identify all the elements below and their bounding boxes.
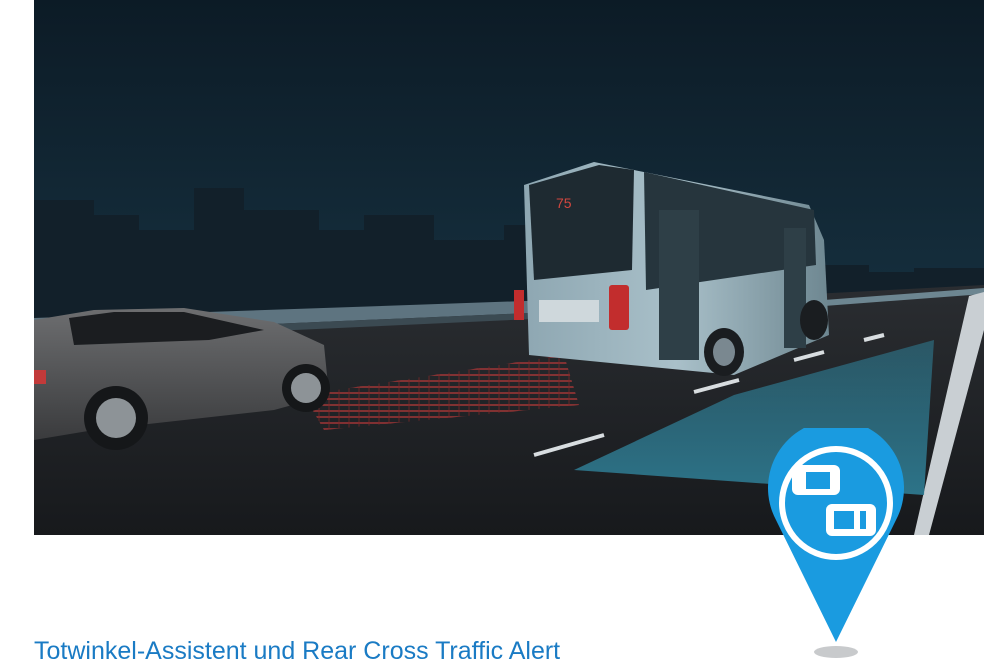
blind-spot-cars-icon (768, 428, 904, 658)
bus-route-display: 75 (556, 195, 572, 211)
